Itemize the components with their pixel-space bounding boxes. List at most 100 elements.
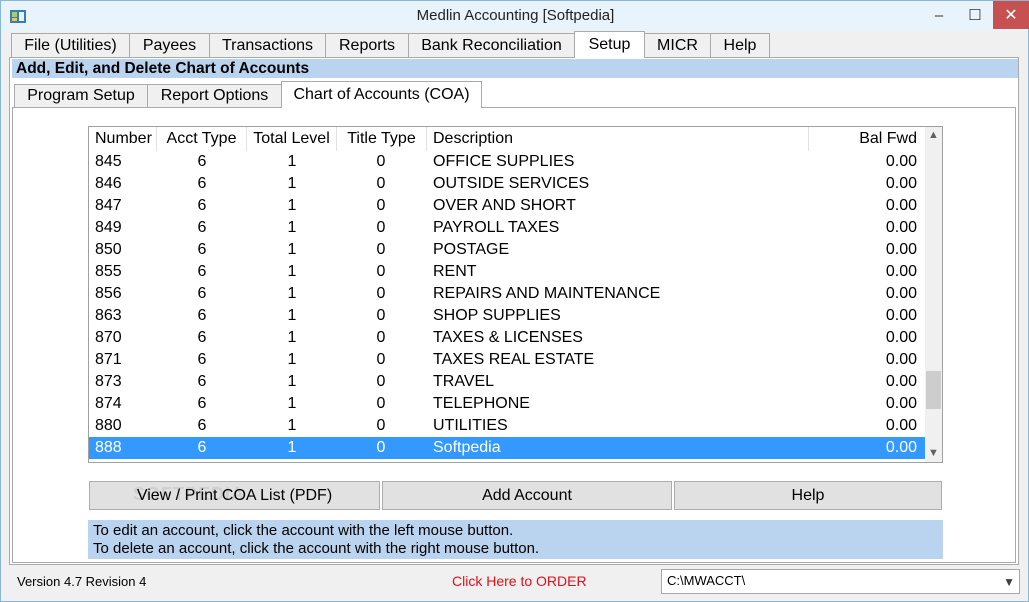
cell-bal-fwd: 0.00 — [885, 175, 917, 192]
table-row[interactable]: 873 6 1 0 TRAVEL 0.00 — [89, 371, 925, 393]
cell-acct-type: 6 — [197, 219, 207, 236]
scroll-thumb[interactable] — [926, 371, 941, 409]
data-path-value: C:\MWACCT\ — [667, 573, 746, 588]
table-row[interactable]: 870 6 1 0 TAXES & LICENSES 0.00 — [89, 327, 925, 349]
cell-number: 880 — [95, 417, 122, 434]
cell-number: 849 — [95, 219, 122, 236]
cell-number: 845 — [95, 153, 122, 170]
cell-bal-fwd: 0.00 — [885, 285, 917, 302]
table-row[interactable]: 846 6 1 0 OUTSIDE SERVICES 0.00 — [89, 173, 925, 195]
cell-number: 871 — [95, 351, 122, 368]
data-path-select[interactable]: C:\MWACCT\ ▼ — [661, 569, 1020, 594]
tab-transactions[interactable]: Transactions — [209, 33, 326, 57]
tab-file-utilities[interactable]: File (Utilities) — [11, 33, 130, 57]
column-header-acct-type[interactable]: Acct Type — [157, 127, 247, 151]
maximize-button[interactable]: ☐ — [957, 1, 993, 29]
subtab-chart-of-accounts[interactable]: Chart of Accounts (COA) — [281, 81, 482, 108]
cell-number: 847 — [95, 197, 122, 214]
add-account-button[interactable]: Add Account — [382, 481, 672, 510]
subtab-report-options[interactable]: Report Options — [147, 84, 282, 107]
cell-bal-fwd: 0.00 — [885, 395, 917, 412]
cell-acct-type: 6 — [197, 285, 207, 302]
cell-total-level: 1 — [287, 285, 297, 302]
cell-title-type: 0 — [376, 285, 386, 302]
tab-help[interactable]: Help — [710, 33, 770, 57]
cell-total-level: 1 — [287, 439, 297, 456]
cell-number: 874 — [95, 395, 122, 412]
cell-title-type: 0 — [376, 373, 386, 390]
cell-description: OFFICE SUPPLIES — [433, 153, 575, 170]
table-row[interactable]: 871 6 1 0 TAXES REAL ESTATE 0.00 — [89, 349, 925, 371]
cell-total-level: 1 — [287, 241, 297, 258]
cell-title-type: 0 — [376, 175, 386, 192]
table-row[interactable]: 845 6 1 0 OFFICE SUPPLIES 0.00 — [89, 151, 925, 173]
cell-description: RENT — [433, 263, 477, 280]
tab-payees[interactable]: Payees — [129, 33, 210, 57]
cell-bal-fwd: 0.00 — [885, 351, 917, 368]
cell-title-type: 0 — [376, 351, 386, 368]
table-row[interactable]: 856 6 1 0 REPAIRS AND MAINTENANCE 0.00 — [89, 283, 925, 305]
cell-description: OVER AND SHORT — [433, 197, 576, 214]
instruction-delete: To delete an account, click the account … — [93, 540, 540, 557]
column-header-title-type[interactable]: Title Type — [337, 127, 427, 151]
vertical-scrollbar[interactable]: ▲ ▼ — [925, 127, 942, 462]
cell-acct-type: 6 — [197, 263, 207, 280]
close-button[interactable]: ✕ — [993, 1, 1029, 29]
cell-bal-fwd: 0.00 — [885, 241, 917, 258]
cell-total-level: 1 — [287, 175, 297, 192]
cell-bal-fwd: 0.00 — [885, 417, 917, 434]
chevron-down-icon[interactable]: ▼ — [925, 445, 942, 462]
help-button[interactable]: Help — [674, 481, 942, 510]
watermark: SOFTPEDIA — [133, 484, 246, 504]
window-title: Medlin Accounting [Softpedia] — [416, 7, 615, 24]
cell-acct-type: 6 — [197, 439, 207, 456]
accounts-grid[interactable]: Number Acct Type Total Level Title Type … — [88, 126, 943, 463]
cell-title-type: 0 — [376, 197, 386, 214]
table-row[interactable]: 888 6 1 0 Softpedia 0.00 — [89, 437, 925, 459]
chevron-down-icon[interactable]: ▼ — [1003, 571, 1015, 593]
cell-number: 850 — [95, 241, 122, 258]
column-header-bal-fwd[interactable]: Bal Fwd — [809, 127, 925, 151]
cell-number: 855 — [95, 263, 122, 280]
cell-total-level: 1 — [287, 153, 297, 170]
chevron-up-icon[interactable]: ▲ — [925, 127, 942, 144]
cell-total-level: 1 — [287, 263, 297, 280]
table-row[interactable]: 863 6 1 0 SHOP SUPPLIES 0.00 — [89, 305, 925, 327]
table-row[interactable]: 880 6 1 0 UTILITIES 0.00 — [89, 415, 925, 437]
section-title: Add, Edit, and Delete Chart of Accounts — [12, 59, 1018, 78]
cell-total-level: 1 — [287, 197, 297, 214]
table-row[interactable]: 849 6 1 0 PAYROLL TAXES 0.00 — [89, 217, 925, 239]
table-row[interactable]: 850 6 1 0 POSTAGE 0.00 — [89, 239, 925, 261]
cell-title-type: 0 — [376, 219, 386, 236]
title-bar[interactable]: Medlin Accounting [Softpedia] – ☐ ✕ — [0, 0, 1029, 31]
cell-description: UTILITIES — [433, 417, 508, 434]
order-link[interactable]: Click Here to ORDER — [452, 573, 587, 589]
tab-bank-reconciliation[interactable]: Bank Reconciliation — [408, 33, 575, 57]
tab-micr[interactable]: MICR — [644, 33, 711, 57]
subtab-program-setup[interactable]: Program Setup — [14, 84, 148, 107]
cell-acct-type: 6 — [197, 197, 207, 214]
cell-description: REPAIRS AND MAINTENANCE — [433, 285, 661, 302]
cell-description: TAXES REAL ESTATE — [433, 351, 595, 368]
cell-acct-type: 6 — [197, 417, 207, 434]
column-header-description[interactable]: Description — [427, 127, 809, 151]
tab-reports[interactable]: Reports — [325, 33, 409, 57]
cell-title-type: 0 — [376, 153, 386, 170]
cell-total-level: 1 — [287, 329, 297, 346]
table-row[interactable]: 847 6 1 0 OVER AND SHORT 0.00 — [89, 195, 925, 217]
column-header-number[interactable]: Number — [89, 127, 157, 151]
cell-description: TAXES & LICENSES — [433, 329, 583, 346]
table-row[interactable]: 874 6 1 0 TELEPHONE 0.00 — [89, 393, 925, 415]
cell-title-type: 0 — [376, 395, 386, 412]
cell-description: Softpedia — [433, 439, 501, 456]
cell-bal-fwd: 0.00 — [885, 307, 917, 324]
cell-number: 863 — [95, 307, 122, 324]
cell-acct-type: 6 — [197, 351, 207, 368]
column-header-total-level[interactable]: Total Level — [247, 127, 337, 151]
tab-setup[interactable]: Setup — [574, 31, 645, 58]
minimize-button[interactable]: – — [921, 1, 957, 29]
cell-total-level: 1 — [287, 395, 297, 412]
cell-description: TELEPHONE — [433, 395, 530, 412]
table-row[interactable]: 855 6 1 0 RENT 0.00 — [89, 261, 925, 283]
grid-rows: 845 6 1 0 OFFICE SUPPLIES 0.00 846 6 1 0 OUTSIDE S… — [89, 151, 925, 462]
